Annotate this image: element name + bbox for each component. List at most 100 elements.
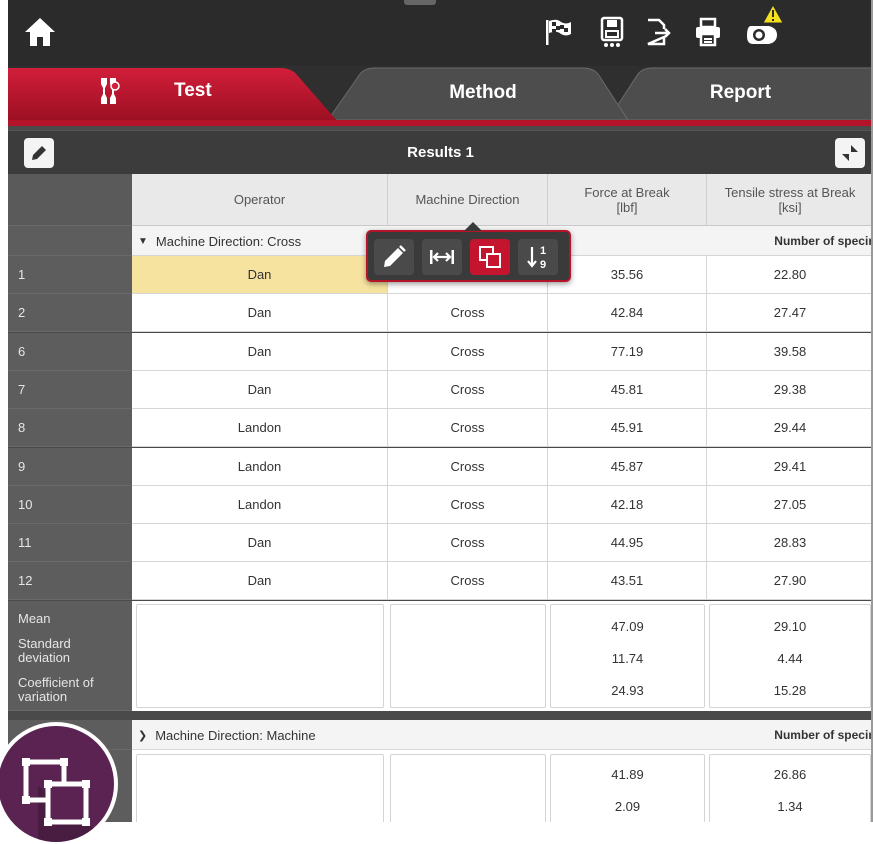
stats-box-stress: 26.86 1.34 (709, 754, 871, 822)
cell-operator[interactable]: Landon (132, 448, 388, 486)
cell-operator[interactable]: Dan (132, 256, 388, 294)
cell-direction[interactable]: Cross (388, 524, 548, 562)
group-count-label: Number of specir (774, 728, 873, 742)
row-number[interactable]: 6 (8, 333, 132, 371)
stats-box-operator (136, 754, 384, 822)
column-header-operator[interactable]: Operator (132, 174, 388, 226)
table-row[interactable]: 2 Dan Cross 42.84 27.47 (8, 294, 873, 332)
export-icon[interactable] (638, 12, 678, 52)
stats-block-cross: Mean Standard deviation Coefficient of v… (8, 601, 873, 711)
cell-operator[interactable]: Dan (132, 562, 388, 600)
chevron-down-icon[interactable]: ▼ (138, 236, 148, 247)
cell-stress[interactable]: 29.38 (707, 371, 873, 409)
row-number[interactable]: 10 (8, 486, 132, 524)
column-header-unit: [ksi] (778, 199, 802, 215)
cell-stress[interactable]: 22.80 (707, 256, 873, 294)
cell-operator[interactable]: Landon (132, 486, 388, 524)
results-title: Results 1 (407, 144, 474, 161)
column-header-stress[interactable]: Tensile stress at Break [ksi] (707, 174, 873, 226)
group-count-label: Number of specir (774, 234, 873, 248)
home-icon[interactable] (20, 12, 60, 52)
tab-test[interactable]: Test (8, 66, 388, 122)
cell-operator[interactable]: Landon (132, 409, 388, 447)
cell-force[interactable]: 44.95 (548, 524, 707, 562)
stats-box-force: 41.89 2.09 (550, 754, 705, 822)
table-row[interactable]: 9 Landon Cross 45.87 29.41 (8, 448, 873, 486)
cell-force[interactable]: 77.19 (548, 333, 707, 371)
cell-operator[interactable]: Dan (132, 333, 388, 371)
cell-force[interactable]: 43.51 (548, 562, 707, 600)
cell-direction[interactable]: Cross (388, 486, 548, 524)
multi-select-badge (0, 722, 118, 844)
cell-direction[interactable]: Cross (388, 371, 548, 409)
cell-direction[interactable]: Cross (388, 448, 548, 486)
row-number[interactable]: 8 (8, 409, 132, 447)
multi-select-badge-icon (22, 758, 112, 842)
sd-label: Standard (18, 636, 71, 651)
cell-direction[interactable]: Cross (388, 333, 548, 371)
column-header-label: Tensile stress at Break (724, 184, 856, 200)
cell-direction[interactable]: Cross (388, 294, 548, 332)
results-header: Results 1 (8, 130, 873, 174)
column-header-direction[interactable]: Machine Direction (388, 174, 548, 226)
fit-width-icon[interactable] (422, 239, 462, 275)
row-number[interactable]: 7 (8, 371, 132, 409)
cv-label: Coefficient of (18, 675, 94, 690)
stats-box-stress: 29.10 4.44 15.28 (709, 604, 871, 708)
print-icon[interactable] (688, 12, 728, 52)
stress-sd: 4.44 (777, 651, 803, 666)
sort-icon[interactable]: 1 9 (518, 239, 558, 275)
row-number[interactable]: 9 (8, 448, 132, 486)
cell-stress[interactable]: 27.90 (707, 562, 873, 600)
cell-stress[interactable]: 27.05 (707, 486, 873, 524)
collapse-panel-button[interactable] (835, 138, 865, 168)
row-number[interactable]: 12 (8, 562, 132, 600)
table-row[interactable]: 11 Dan Cross 44.95 28.83 (8, 524, 873, 562)
column-header-force[interactable]: Force at Break [lbf] (548, 174, 707, 226)
row-number[interactable]: 2 (8, 294, 132, 332)
cell-force[interactable]: 45.87 (548, 448, 707, 486)
row-number[interactable]: 1 (8, 256, 132, 294)
cell-force[interactable]: 35.56 (548, 256, 707, 294)
cell-force[interactable]: 45.91 (548, 409, 707, 447)
cell-force[interactable]: 42.84 (548, 294, 707, 332)
edit-icon[interactable] (374, 239, 414, 275)
row-number[interactable]: 11 (8, 524, 132, 562)
stats-block-machine: 41.89 2.09 26.86 1.34 (8, 750, 873, 822)
cell-force[interactable]: 42.18 (548, 486, 707, 524)
tab-report[interactable]: Report (608, 66, 873, 120)
group-title-text: Machine Direction: Machine (155, 727, 316, 743)
table-row[interactable]: 8 Landon Cross 45.91 29.44 (8, 409, 873, 447)
force-sd: 2.09 (614, 799, 641, 814)
cell-stress[interactable]: 27.47 (707, 294, 873, 332)
cell-operator[interactable]: Dan (132, 294, 388, 332)
cell-stress[interactable]: 29.41 (707, 448, 873, 486)
sort-digit-top: 1 (540, 245, 546, 257)
table-row[interactable]: 12 Dan Cross 43.51 27.90 (8, 562, 873, 600)
cell-stress[interactable]: 39.58 (707, 333, 873, 371)
selection-toolbar: 1 9 (366, 222, 571, 282)
multi-select-icon[interactable] (470, 239, 510, 275)
group-header-machine[interactable]: ❯ Machine Direction: Machine Number of s… (8, 720, 873, 750)
cell-direction[interactable]: Cross (388, 562, 548, 600)
warning-icon[interactable] (762, 3, 784, 29)
stress-mean: 26.86 (773, 767, 807, 782)
table-row[interactable]: 6 Dan Cross 77.19 39.58 (8, 333, 873, 371)
sd-label-line2: deviation (18, 650, 71, 665)
stress-cv: 15.28 (773, 683, 807, 698)
stress-sd: 1.34 (777, 799, 803, 814)
column-header-unit: [lbf] (616, 199, 638, 215)
cell-stress[interactable]: 28.83 (707, 524, 873, 562)
cell-direction[interactable]: Cross (388, 409, 548, 447)
tab-method-label: Method (449, 82, 517, 103)
cell-operator[interactable]: Dan (132, 524, 388, 562)
cell-stress[interactable]: 29.44 (707, 409, 873, 447)
cell-force[interactable]: 45.81 (548, 371, 707, 409)
table-row[interactable]: 10 Landon Cross 42.18 27.05 (8, 486, 873, 524)
table-row[interactable]: 7 Dan Cross 45.81 29.38 (8, 371, 873, 409)
chevron-right-icon[interactable]: ❯ (138, 729, 147, 742)
drag-grip[interactable] (404, 0, 436, 5)
save-icon[interactable] (592, 12, 632, 52)
cell-operator[interactable]: Dan (132, 371, 388, 409)
checkered-flag-icon[interactable] (538, 12, 578, 52)
